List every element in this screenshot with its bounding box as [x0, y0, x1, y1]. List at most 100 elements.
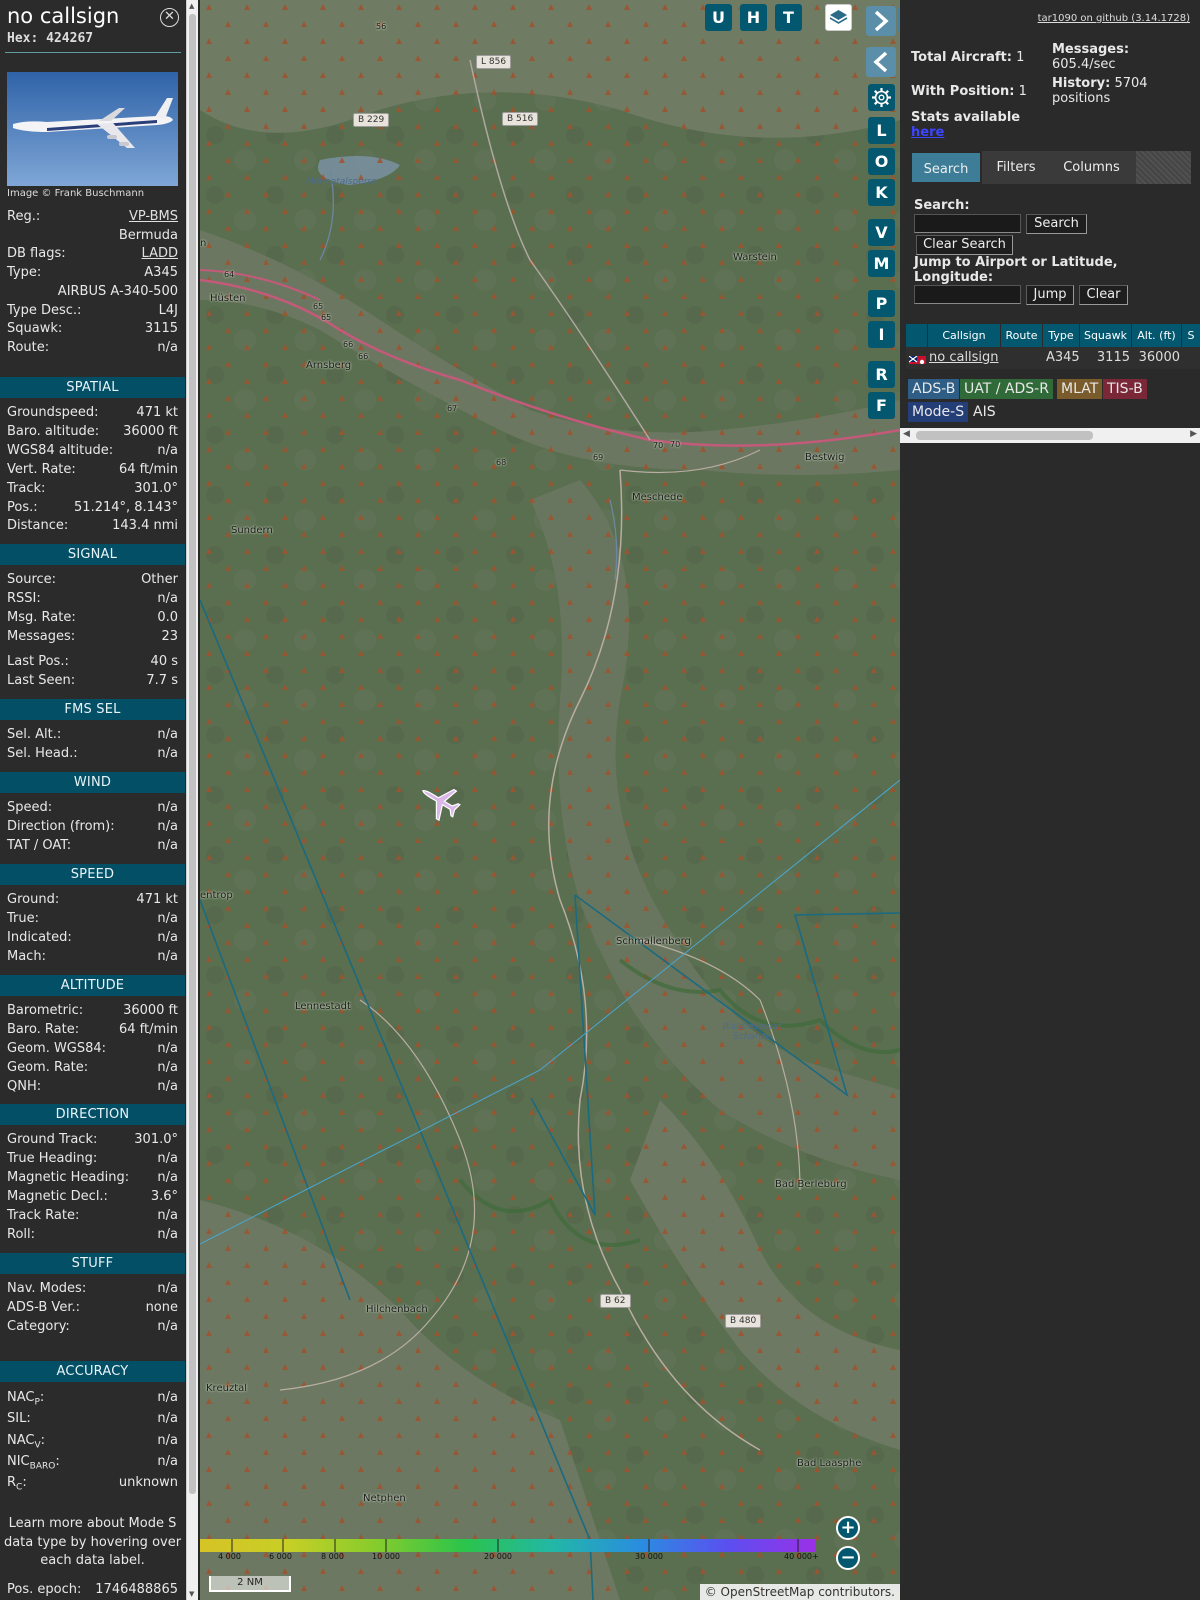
- k-button[interactable]: K: [868, 179, 895, 206]
- field-label[interactable]: Type Desc.:: [7, 302, 81, 320]
- field-label[interactable]: Baro. altitude:: [7, 423, 99, 441]
- field-label[interactable]: ADS-B Ver.:: [7, 1299, 80, 1317]
- field-value[interactable]: LADD: [142, 245, 178, 263]
- zoom-in-button[interactable]: +: [836, 1516, 860, 1540]
- close-icon[interactable]: ✕: [160, 8, 179, 27]
- i-button[interactable]: I: [868, 321, 895, 348]
- column-squawk[interactable]: Squawk: [1080, 324, 1132, 347]
- osm-link[interactable]: OpenStreetMap: [721, 1585, 815, 1599]
- field-label[interactable]: Groundspeed:: [7, 404, 98, 422]
- field-label[interactable]: Pos.:: [7, 499, 38, 517]
- column-route[interactable]: Route: [1001, 324, 1043, 347]
- column-speed[interactable]: S: [1182, 324, 1200, 347]
- field-label[interactable]: NICBARO:: [7, 1453, 60, 1476]
- field-label[interactable]: Ground Track:: [7, 1131, 97, 1149]
- field-label[interactable]: Track:: [7, 480, 45, 498]
- field-label[interactable]: Speed:: [7, 799, 52, 817]
- field-label[interactable]: Squawk:: [7, 320, 62, 338]
- field-label[interactable]: Nav. Modes:: [7, 1280, 86, 1298]
- field-label[interactable]: SIL:: [7, 1410, 31, 1428]
- m-button[interactable]: M: [868, 250, 895, 277]
- column-flag[interactable]: [906, 324, 928, 347]
- field-label[interactable]: Route:: [7, 339, 49, 357]
- column-type[interactable]: Type: [1043, 324, 1080, 347]
- field-label[interactable]: Mach:: [7, 948, 46, 966]
- r-button[interactable]: R: [868, 361, 895, 388]
- collapse-left-button[interactable]: [866, 47, 896, 77]
- scrollbar-thumb[interactable]: [189, 14, 196, 1494]
- field-label[interactable]: Direction (from):: [7, 818, 115, 836]
- clear-button[interactable]: Clear: [1079, 285, 1128, 305]
- field-label[interactable]: Indicated:: [7, 929, 72, 947]
- field-label[interactable]: DB flags:: [7, 245, 66, 263]
- field-label[interactable]: RSSI:: [7, 590, 41, 608]
- jump-button[interactable]: Jump: [1026, 285, 1074, 305]
- field-label[interactable]: Magnetic Decl.:: [7, 1188, 108, 1206]
- o-button[interactable]: O: [868, 148, 895, 175]
- field-label[interactable]: Ground:: [7, 891, 59, 909]
- tab-filters[interactable]: Filters: [983, 151, 1049, 184]
- field-label[interactable]: QNH:: [7, 1078, 41, 1096]
- field-label[interactable]: Distance:: [7, 517, 68, 535]
- f-button[interactable]: F: [868, 392, 895, 419]
- field-label[interactable]: Barometric:: [7, 1002, 83, 1020]
- field-label[interactable]: Category:: [7, 1318, 70, 1336]
- field-label[interactable]: Type:: [7, 264, 41, 282]
- clear-search-button[interactable]: Clear Search: [916, 235, 1013, 255]
- scroll-left-arrow-icon[interactable]: ◀: [903, 429, 910, 439]
- scrollbar-thumb[interactable]: [916, 431, 1093, 440]
- field-label[interactable]: Msg. Rate:: [7, 609, 76, 627]
- l-button[interactable]: L: [868, 117, 895, 144]
- github-link[interactable]: tar1090 on github (3.14.1728): [1038, 13, 1190, 24]
- column-callsign[interactable]: Callsign: [928, 324, 1001, 347]
- field-label[interactable]: NACP:: [7, 1389, 44, 1412]
- field-label[interactable]: RC:: [7, 1474, 27, 1497]
- field-label[interactable]: TAT / OAT:: [7, 837, 71, 855]
- scroll-down-arrow-icon[interactable]: ▼: [189, 1590, 194, 1598]
- tab-columns[interactable]: Columns: [1050, 151, 1133, 184]
- field-label[interactable]: Geom. Rate:: [7, 1059, 88, 1077]
- field-label[interactable]: Magnetic Heading:: [7, 1169, 129, 1187]
- field-label[interactable]: Last Seen:: [7, 672, 75, 690]
- settings-button[interactable]: [868, 84, 895, 111]
- table-row[interactable]: no callsign A345 3115 36000: [906, 347, 1200, 369]
- layers-button[interactable]: [825, 4, 852, 31]
- zoom-out-button[interactable]: −: [836, 1546, 860, 1570]
- field-label[interactable]: Sel. Alt.:: [7, 726, 61, 744]
- stats-link[interactable]: here: [911, 125, 944, 140]
- field-label[interactable]: True Heading:: [7, 1150, 97, 1168]
- field-label[interactable]: NACV:: [7, 1432, 45, 1455]
- field-label[interactable]: Vert. Rate:: [7, 461, 76, 479]
- scroll-up-arrow-icon[interactable]: ▲: [189, 2, 194, 10]
- expand-right-button[interactable]: [866, 6, 896, 36]
- tab-more[interactable]: [1136, 151, 1191, 184]
- tab-search[interactable]: Search: [910, 151, 982, 184]
- field-label[interactable]: Sel. Head.:: [7, 745, 78, 763]
- search-button[interactable]: Search: [1026, 214, 1087, 234]
- jump-input[interactable]: [914, 285, 1021, 304]
- field-label[interactable]: True:: [7, 910, 39, 928]
- u-button[interactable]: U: [705, 4, 732, 31]
- aircraft-photo[interactable]: [7, 72, 178, 186]
- field-label[interactable]: Track Rate:: [7, 1207, 79, 1225]
- v-button[interactable]: V: [868, 219, 895, 246]
- p-button[interactable]: P: [868, 290, 895, 317]
- field-label[interactable]: Source:: [7, 571, 56, 589]
- table-horizontal-scrollbar[interactable]: ◀ ▶: [900, 428, 1200, 443]
- h-button[interactable]: H: [740, 4, 767, 31]
- field-label[interactable]: Geom. WGS84:: [7, 1040, 106, 1058]
- t-button[interactable]: T: [775, 4, 802, 31]
- row-callsign[interactable]: no callsign: [929, 347, 1001, 369]
- field-label[interactable]: WGS84 altitude:: [7, 442, 113, 460]
- column-altitude[interactable]: Alt. (ft): [1132, 324, 1182, 347]
- field-label[interactable]: Reg.:: [7, 208, 40, 226]
- info-panel-scrollbar[interactable]: ▲ ▼: [186, 0, 198, 1600]
- field-label[interactable]: Last Pos.:: [7, 653, 69, 671]
- field-label[interactable]: Messages:: [7, 628, 75, 646]
- search-input[interactable]: [914, 214, 1021, 233]
- scroll-right-arrow-icon[interactable]: ▶: [1190, 429, 1197, 439]
- field-label[interactable]: Roll:: [7, 1226, 35, 1244]
- map-view[interactable]: Warstein Hüsten Arnsberg Meschede Bestwi…: [200, 0, 900, 1600]
- field-value[interactable]: VP-BMS: [129, 208, 178, 226]
- field-label[interactable]: Baro. Rate:: [7, 1021, 79, 1039]
